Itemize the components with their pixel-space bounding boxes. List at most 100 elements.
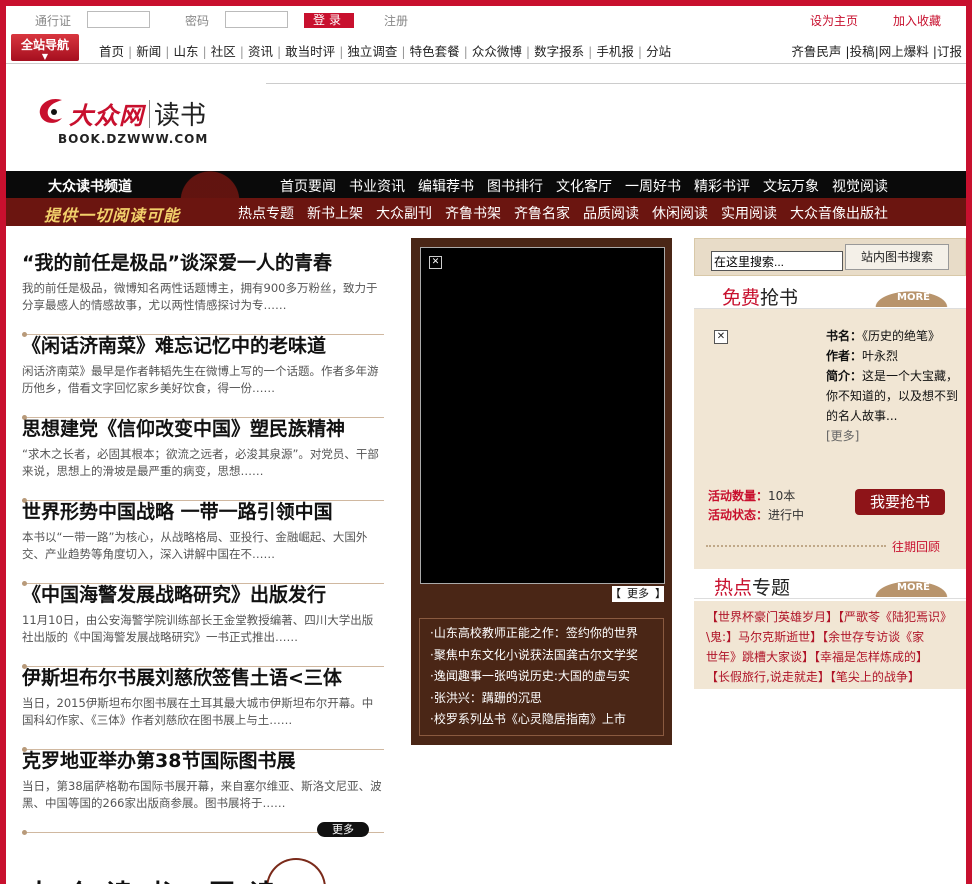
password-input[interactable]: [225, 11, 288, 28]
channel-menu-item[interactable]: 书业资讯: [349, 179, 405, 195]
media-panel: ✕ 更多 ·山东高校教师正能之作：签约你的世界·聚焦中东文化小说获法国龚古尔文学…: [411, 238, 672, 745]
news-title[interactable]: 伊斯坦布尔书展刘慈欣签售土语<三体: [22, 667, 384, 689]
channel-bar-top: 大众读书频道 首页要闻 书业资讯 编辑荐书 图书排行 文化客厅 一周好书 精彩书评 文坛万象视…: [6, 171, 966, 198]
channel-menu-item[interactable]: 齐鲁书架: [445, 206, 501, 222]
news-item: 世界形势中国战略 一带一路引领中国 本书以“一带一路”为核心，从战略格局、亚投行、…: [22, 501, 384, 586]
media-link[interactable]: ·逸闻趣事一张鸣说历史:大国的虚与实: [430, 666, 663, 688]
nav-link[interactable]: 新闻: [136, 44, 161, 59]
video-player[interactable]: ✕: [420, 247, 665, 584]
hot-topics-title: 热点专题: [714, 577, 791, 599]
nav-link[interactable]: 首页: [99, 44, 124, 59]
news-summary: 当日，2015伊斯坦布尔图书展在土耳其最大城市伊斯坦布尔开幕。中国科幻作家、《三…: [22, 696, 374, 727]
news-summary: 闲话济南菜》最早是作者韩韬先生在微博上写的一个话题。作者多年游历他乡，借看文字回…: [22, 364, 379, 395]
free-book-info: 书名：《历史的绝笔》 作者：叶永烈 简介：这是一个大宝藏，你不知道的，以及想不到…: [826, 326, 961, 446]
nav-link[interactable]: 山东: [173, 44, 198, 59]
channel-menu-item[interactable]: 一周好书: [625, 179, 681, 195]
hot-topics-list: 【世界杯豪门英雄岁月】【严歌苓《陆犯焉识》 \鬼:】马尔克斯逝世】【余世存专访谈《…: [694, 601, 966, 689]
channel-menu-item[interactable]: 文化客厅: [556, 179, 612, 195]
add-favorite-link[interactable]: 加入收藏: [893, 12, 941, 29]
all-nav-button[interactable]: 全站导航 ▼: [11, 34, 79, 61]
news-title[interactable]: “我的前任是极品”谈深爱一人的青春: [22, 252, 384, 274]
all-nav-label: 全站导航: [20, 38, 69, 52]
search-input[interactable]: [711, 251, 843, 271]
channel-menu-item[interactable]: 热点专题: [238, 206, 294, 222]
passport-input[interactable]: [87, 11, 150, 28]
hot-topic-line[interactable]: 世年》跳槽大家谈】【幸福是怎样炼成的】: [706, 647, 962, 667]
hot-more-button[interactable]: MORE: [852, 571, 960, 597]
nav-separator: |: [128, 44, 133, 59]
nav-separator: |: [588, 44, 593, 59]
media-link[interactable]: ·山东高校教师正能之作：签约你的世界: [430, 623, 663, 645]
channel-menu-item[interactable]: 图书排行: [487, 179, 543, 195]
hot-topic-line[interactable]: 【长假旅行,说走就走】【笔尖上的战争】: [706, 667, 962, 687]
news-summary: “求木之长者，必固其根本；欲流之远者，必浚其泉源”。对党员、干部来说，思想上的滑…: [22, 447, 379, 478]
news-summary: 11月10日，由公安海警学院训练部长王金堂教授编著、四川大学出版社出版的《中国海…: [22, 613, 374, 644]
channel-menu-item[interactable]: 首页要闻: [280, 179, 336, 195]
hot-topic-line[interactable]: 【世界杯豪门英雄岁月】【严歌苓《陆犯焉识》: [706, 607, 962, 627]
nav-right-links[interactable]: 齐鲁民声 |投稿|网上爆料 |订报: [791, 41, 962, 60]
password-label: 密码: [185, 14, 210, 28]
nav-separator: |: [276, 44, 282, 59]
channel-menu-item[interactable]: 齐鲁名家: [514, 206, 570, 222]
channel-menu-item[interactable]: 编辑荐书: [418, 179, 474, 195]
free-more-button[interactable]: MORE: [852, 281, 960, 307]
nav-link[interactable]: 社区: [211, 44, 236, 59]
channel-menu-item[interactable]: 实用阅读: [721, 206, 777, 222]
passport-label: 通行证: [35, 14, 72, 28]
book-title[interactable]: 《历史的绝笔》: [862, 329, 940, 343]
media-link[interactable]: ·校罗系列丛书《心灵隐居指南》上市: [430, 709, 663, 731]
login-button[interactable]: 登录: [304, 13, 354, 28]
grab-book-button[interactable]: 我要抢书: [855, 489, 945, 515]
channel-menu-item[interactable]: 文坛万象: [763, 179, 819, 195]
channel-menu-2: 热点专题 新书上架 大众副刊 齐鲁书架 齐鲁名家 品质阅读 休闲阅读 实用阅读 大众音像出版社: [238, 203, 901, 223]
bottom-banner-text: 大众读书 图读: [26, 874, 289, 884]
news-summary: 我的前任是极品，微博知名两性话题博主，拥有900多万粉丝，致力于分享最感人的情感…: [22, 281, 378, 312]
register-link[interactable]: 注册: [384, 12, 408, 29]
channel-menu-item[interactable]: 新书上架: [307, 206, 363, 222]
set-home-link[interactable]: 设为主页: [810, 12, 858, 29]
media-link[interactable]: ·聚焦中东文化小说获法国龚古尔文学奖: [430, 645, 663, 667]
nav-link[interactable]: 敢当时评: [285, 44, 335, 59]
activity-count: 活动数量：10本: [708, 489, 796, 503]
book-author: 叶永烈: [862, 349, 899, 363]
nav-link[interactable]: 众众微博: [472, 44, 522, 59]
channel-menu-item[interactable]: 视觉阅读: [832, 179, 888, 195]
site-logo[interactable]: 大众网 读书 BOOK.DZWWW.COM: [36, 92, 236, 152]
utility-bar: 通行证 密码 登录 注册 设为主页 加入收藏: [6, 6, 966, 32]
dotted-divider: [706, 545, 886, 549]
channel-title: 大众读书频道: [48, 179, 132, 195]
past-review-link[interactable]: 往期回顾: [892, 538, 940, 555]
channel-menu-item[interactable]: 大众音像出版社: [790, 206, 888, 222]
media-link[interactable]: ·张洪兴：蹒跚的沉思: [430, 688, 663, 710]
channel-menu-item[interactable]: 休闲阅读: [652, 206, 708, 222]
news-item: 克罗地亚举办第38节国际图书展当日，第38届萨格勒布国际书展开幕，来自塞尔维亚、…: [22, 750, 384, 835]
logo-brand: 大众网: [69, 101, 144, 130]
channel-menu-item[interactable]: 精彩书评: [694, 179, 750, 195]
channel-menu-item[interactable]: 品质阅读: [583, 206, 639, 222]
news-item: 思想建党《信仰改变中国》塑民族精神 “求木之长者，必固其根本；欲流之远者，必浚其泉…: [22, 418, 384, 503]
news-title[interactable]: 《中国海警发展战略研究》出版发行: [22, 584, 384, 606]
news-title[interactable]: 思想建党《信仰改变中国》塑民族精神: [22, 418, 384, 440]
nav-link[interactable]: 独立调查: [347, 44, 397, 59]
news-list: “我的前任是极品”谈深爱一人的青春我的前任是极品，微博知名两性话题博主，拥有90…: [22, 252, 384, 835]
nav-link[interactable]: 资讯: [248, 44, 273, 59]
nav-link[interactable]: 数字报系: [534, 44, 584, 59]
nav-separator: |: [202, 44, 207, 59]
free-books-header: 免费抢书 MORE: [694, 281, 966, 309]
channel-menu-item[interactable]: 大众副刊: [376, 206, 432, 222]
nav-link[interactable]: 特色套餐: [410, 44, 460, 59]
news-summary: 当日，第38届萨格勒布国际书展开幕，来自塞尔维亚、斯洛文尼亚、波黑、中国等国的2…: [22, 779, 382, 810]
media-more-button[interactable]: 更多: [610, 586, 666, 602]
book-more-link[interactable]: [更多]: [826, 426, 961, 446]
hot-topic-line[interactable]: \鬼:】马尔克斯逝世】【余世存专访谈《家: [706, 627, 962, 647]
news-title[interactable]: 世界形势中国战略 一带一路引领中国: [22, 501, 384, 523]
news-item: 《闲话济南菜》难忘记忆中的老味道闲话济南菜》最早是作者韩韬先生在微博上写的一个话…: [22, 335, 384, 420]
nav-link[interactable]: 分站: [646, 44, 671, 59]
nav-link[interactable]: 手机报: [596, 44, 634, 59]
search-box: 站内图书搜索: [694, 238, 966, 276]
news-title[interactable]: 《闲话济南菜》难忘记忆中的老味道: [22, 335, 384, 357]
search-button[interactable]: 站内图书搜索: [845, 244, 949, 270]
news-title[interactable]: 克罗地亚举办第38节国际图书展: [22, 750, 384, 772]
logo-swirl-icon: [39, 98, 62, 123]
news-more-button[interactable]: 更多: [317, 822, 369, 837]
